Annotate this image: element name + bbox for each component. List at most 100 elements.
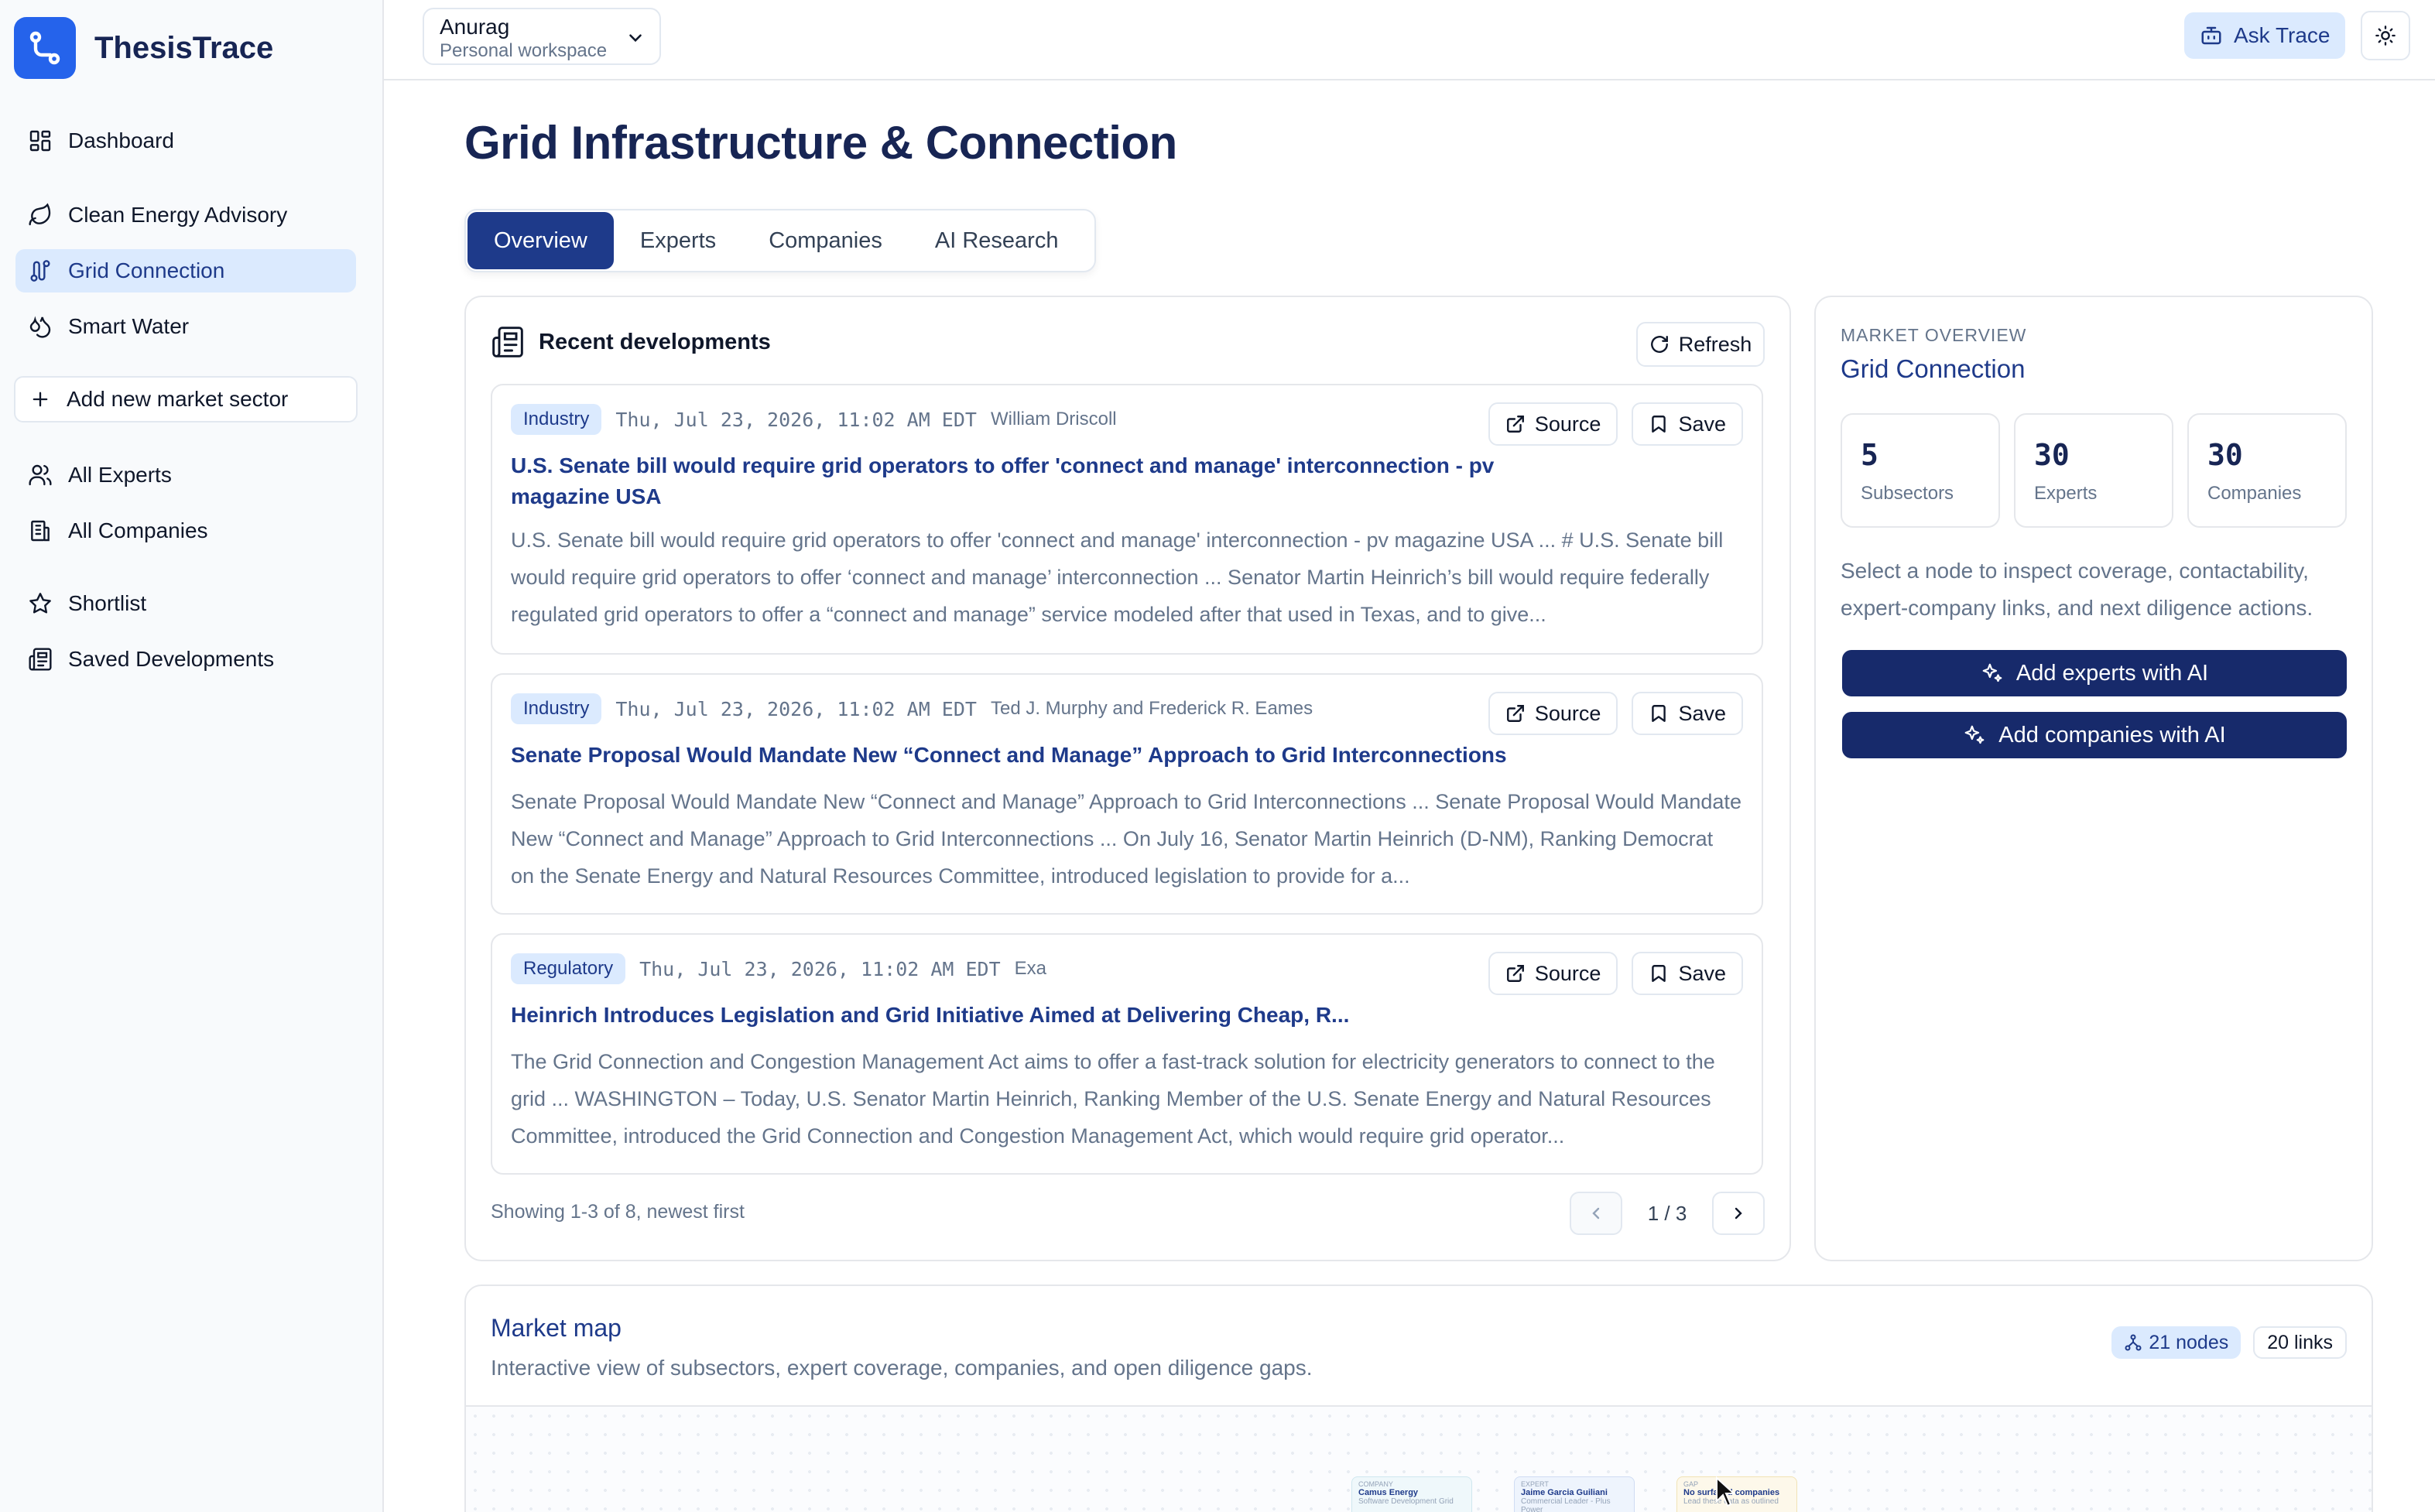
source-button[interactable]: Source [1488, 402, 1618, 446]
newspaper-icon [29, 648, 52, 671]
add-companies-with-ai-button[interactable]: Add companies with AI [1842, 712, 2347, 758]
recent-developments-card: Recent developments Refresh Industry Thu… [464, 296, 1791, 1261]
development-title-link[interactable]: Heinrich Introduces Legislation and Grid… [511, 1000, 1594, 1031]
source-button[interactable]: Source [1488, 692, 1618, 735]
development-summary: The Grid Connection and Congestion Manag… [511, 1050, 1715, 1148]
add-market-sector-button[interactable]: Add new market sector [14, 376, 358, 422]
sidebar-item-label: Dashboard [68, 128, 174, 152]
save-label: Save [1678, 412, 1726, 436]
market-overview-label: MARKET OVERVIEW [1841, 325, 2027, 345]
sidebar-item-all-companies[interactable]: All Companies [15, 509, 356, 552]
pagination: 1 / 3 [1570, 1192, 1765, 1235]
star-icon [29, 593, 51, 614]
save-label: Save [1678, 961, 1726, 985]
node-subtitle: Software Development Grid [1358, 1497, 1454, 1506]
stat-label: Experts [2034, 483, 2098, 504]
refresh-icon [1650, 336, 1668, 353]
ask-trace-label: Ask Trace [2234, 23, 2331, 47]
external-link-icon [1506, 705, 1524, 722]
network-icon [2125, 1334, 2142, 1351]
development-meta: Industry Thu, Jul 23, 2026, 11:02 AM EDT… [511, 404, 1117, 435]
sidebar-item-clean-energy-advisory[interactable]: Clean Energy Advisory [15, 193, 356, 237]
sidebar-item-saved-developments[interactable]: Saved Developments [15, 638, 356, 681]
sidebar-item-grid-connection[interactable]: Grid Connection [15, 249, 356, 292]
stat-companies: 30 Companies [2187, 413, 2347, 528]
refresh-label: Refresh [1678, 332, 1752, 356]
market-overview-card: MARKET OVERVIEW Grid Connection 5 Subsec… [1814, 296, 2373, 1261]
refresh-button[interactable]: Refresh [1636, 322, 1765, 367]
development-actions: Source Save [1488, 952, 1743, 995]
add-experts-label: Add experts with AI [2015, 660, 2209, 686]
recent-developments-title: Recent developments [539, 329, 771, 354]
development-date: Thu, Jul 23, 2026, 11:02 AM EDT [615, 697, 977, 720]
save-label: Save [1678, 701, 1726, 725]
chevron-down-icon [629, 34, 642, 43]
dashboard-icon [29, 130, 51, 152]
stat-value: 5 [1861, 438, 1878, 472]
chevron-left-icon [1592, 1207, 1600, 1220]
map-node-expert[interactable]: EXPERT Jaime Garcia Guiliani Commercial … [1514, 1476, 1635, 1512]
save-button[interactable]: Save [1632, 952, 1743, 995]
sidebar-item-label: Grid Connection [68, 258, 225, 282]
tab-overview[interactable]: Overview [467, 212, 614, 269]
node-subtitle: Lead these data as outlined [1683, 1497, 1779, 1506]
development-date: Thu, Jul 23, 2026, 11:02 AM EDT [615, 408, 977, 431]
bookmark-icon [1652, 965, 1666, 982]
previous-page-button[interactable] [1570, 1192, 1622, 1235]
development-author: William Driscoll [990, 409, 1117, 429]
app-name: ThesisTrace [94, 30, 274, 65]
theme-toggle-button[interactable] [2361, 11, 2410, 60]
tab-ai-research[interactable]: AI Research [909, 212, 1085, 269]
sidebar-item-all-experts[interactable]: All Experts [15, 453, 356, 497]
development-summary: Senate Proposal Would Mandate New “Conne… [511, 790, 1741, 888]
source-label: Source [1534, 412, 1601, 436]
sidebar-item-dashboard[interactable]: Dashboard [15, 119, 356, 162]
workspace-selector[interactable]: Anurag Personal workspace [423, 8, 661, 65]
chevron-right-icon [1735, 1207, 1742, 1220]
add-experts-with-ai-button[interactable]: Add experts with AI [1842, 650, 2347, 696]
map-node-company[interactable]: COMPANY Camus Energy Software Developmen… [1351, 1476, 1472, 1512]
brand[interactable]: ThesisTrace [14, 17, 273, 79]
nodes-count-badge: 21 nodes [2111, 1326, 2242, 1359]
leaf-icon [29, 203, 51, 226]
development-summary: U.S. Senate bill would require grid oper… [511, 529, 1724, 626]
external-link-icon [1506, 965, 1524, 982]
users-icon [29, 464, 52, 486]
stat-subsectors: 5 Subsectors [1841, 413, 2000, 528]
sparkles-icon [1982, 663, 2002, 682]
workspace-type: Personal workspace [440, 40, 608, 61]
save-button[interactable]: Save [1632, 692, 1743, 735]
market-map-card: Market map Interactive view of subsector… [464, 1285, 2373, 1512]
sidebar-item-smart-water[interactable]: Smart Water [15, 305, 356, 348]
sidebar: ThesisTrace Dashboard Clean Energy Advis… [0, 0, 384, 1512]
development-title-link[interactable]: U.S. Senate bill would require grid oper… [511, 450, 1502, 512]
development-actions: Source Save [1488, 692, 1743, 735]
save-button[interactable]: Save [1632, 402, 1743, 446]
sidebar-item-shortlist[interactable]: Shortlist [15, 582, 356, 625]
map-node-gap[interactable]: GAP No surfaced companies Lead these dat… [1676, 1476, 1797, 1512]
ask-trace-button[interactable]: Ask Trace [2184, 12, 2345, 59]
node-kind: GAP [1683, 1480, 1699, 1488]
category-badge: Regulatory [511, 953, 626, 984]
plus-icon [33, 392, 48, 407]
logo-route-icon [14, 17, 76, 79]
route-icon [30, 260, 50, 282]
top-bar: Anurag Personal workspace Ask Trace [384, 0, 2435, 80]
source-button[interactable]: Source [1488, 952, 1618, 995]
bot-icon [2201, 26, 2221, 45]
development-actions: Source Save [1488, 402, 1743, 446]
stat-label: Companies [2207, 483, 2302, 504]
node-name: Camus Energy [1358, 1488, 1419, 1497]
development-item: Regulatory Thu, Jul 23, 2026, 11:02 AM E… [491, 933, 1763, 1175]
pagination-summary: Showing 1-3 of 8, newest first [491, 1201, 745, 1223]
stat-value: 30 [2207, 438, 2243, 472]
next-page-button[interactable] [1712, 1192, 1765, 1235]
sparkles-icon [1964, 725, 1985, 744]
development-date: Thu, Jul 23, 2026, 11:02 AM EDT [639, 957, 1001, 980]
category-badge: Industry [511, 693, 602, 724]
workspace-name: Anurag [440, 15, 510, 39]
development-title-link[interactable]: Senate Proposal Would Mandate New “Conne… [511, 740, 1594, 771]
tab-experts[interactable]: Experts [614, 212, 742, 269]
add-companies-label: Add companies with AI [1998, 722, 2226, 747]
tab-companies[interactable]: Companies [742, 212, 909, 269]
